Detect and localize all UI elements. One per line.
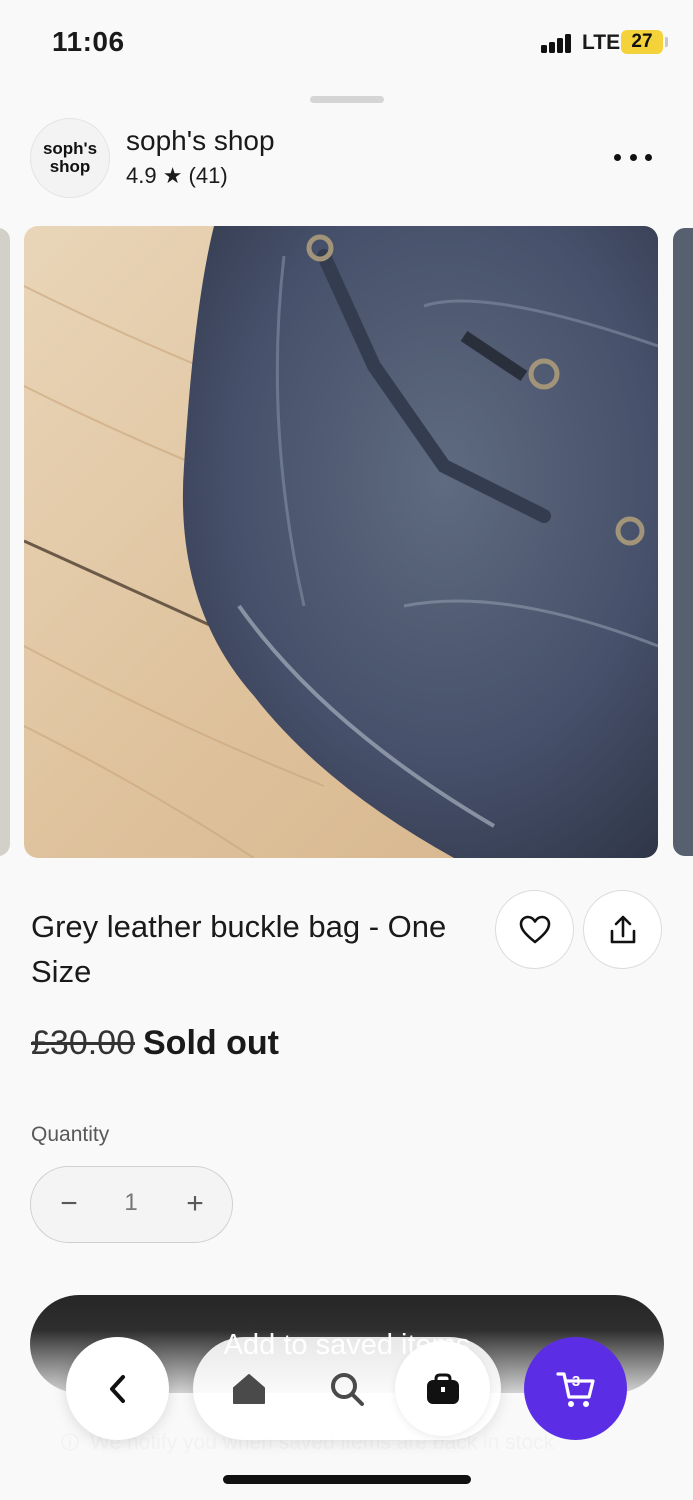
share-button[interactable]	[583, 890, 662, 969]
sheet-drag-handle[interactable]	[310, 96, 384, 103]
quantity-decrease-button[interactable]: −	[49, 1184, 89, 1224]
status-bar: 11:06 LTE 27	[0, 0, 693, 80]
search-icon	[331, 1372, 364, 1406]
favorite-button[interactable]	[495, 890, 574, 969]
original-price: £30.00	[31, 1024, 135, 1062]
bag-icon	[426, 1373, 459, 1404]
nav-shop[interactable]	[395, 1341, 490, 1436]
sold-out-label: Sold out	[143, 1024, 279, 1062]
shop-rating: 4.9 ★ (41)	[126, 163, 228, 188]
chevron-left-icon	[109, 1374, 125, 1403]
product-title: Grey leather buckle bag - One Size	[31, 909, 447, 989]
quantity-stepper: − 1 +	[30, 1166, 233, 1243]
network-type: LTE	[582, 31, 621, 54]
carousel-next-image[interactable]	[673, 228, 693, 856]
back-button[interactable]	[66, 1337, 169, 1440]
info-icon	[61, 1433, 79, 1451]
heart-icon	[519, 915, 550, 943]
shop-name[interactable]: soph's shop	[126, 125, 275, 157]
quantity-label: Quantity	[31, 1123, 110, 1146]
price-row: £30.00 Sold out	[31, 1024, 279, 1063]
shop-avatar[interactable]: soph's shop	[30, 118, 110, 198]
cart-count-badge: 3	[571, 1373, 581, 1390]
share-icon	[610, 915, 635, 943]
status-time: 11:06	[52, 26, 125, 57]
nav-search[interactable]	[297, 1337, 397, 1440]
quantity-increase-button[interactable]: +	[175, 1184, 215, 1224]
nav-home[interactable]	[199, 1337, 299, 1440]
bottom-nav-bar	[193, 1337, 501, 1440]
carousel-previous-image[interactable]	[0, 228, 10, 856]
signal-icon	[541, 33, 575, 53]
home-icon	[233, 1373, 265, 1404]
more-options-icon[interactable]	[608, 140, 658, 174]
battery-cap	[665, 37, 668, 47]
product-image[interactable]	[24, 226, 658, 858]
quantity-value: 1	[124, 1189, 138, 1216]
home-indicator[interactable]	[223, 1475, 471, 1484]
cart-button[interactable]: 3	[524, 1337, 627, 1440]
battery-icon: 27	[621, 30, 663, 54]
